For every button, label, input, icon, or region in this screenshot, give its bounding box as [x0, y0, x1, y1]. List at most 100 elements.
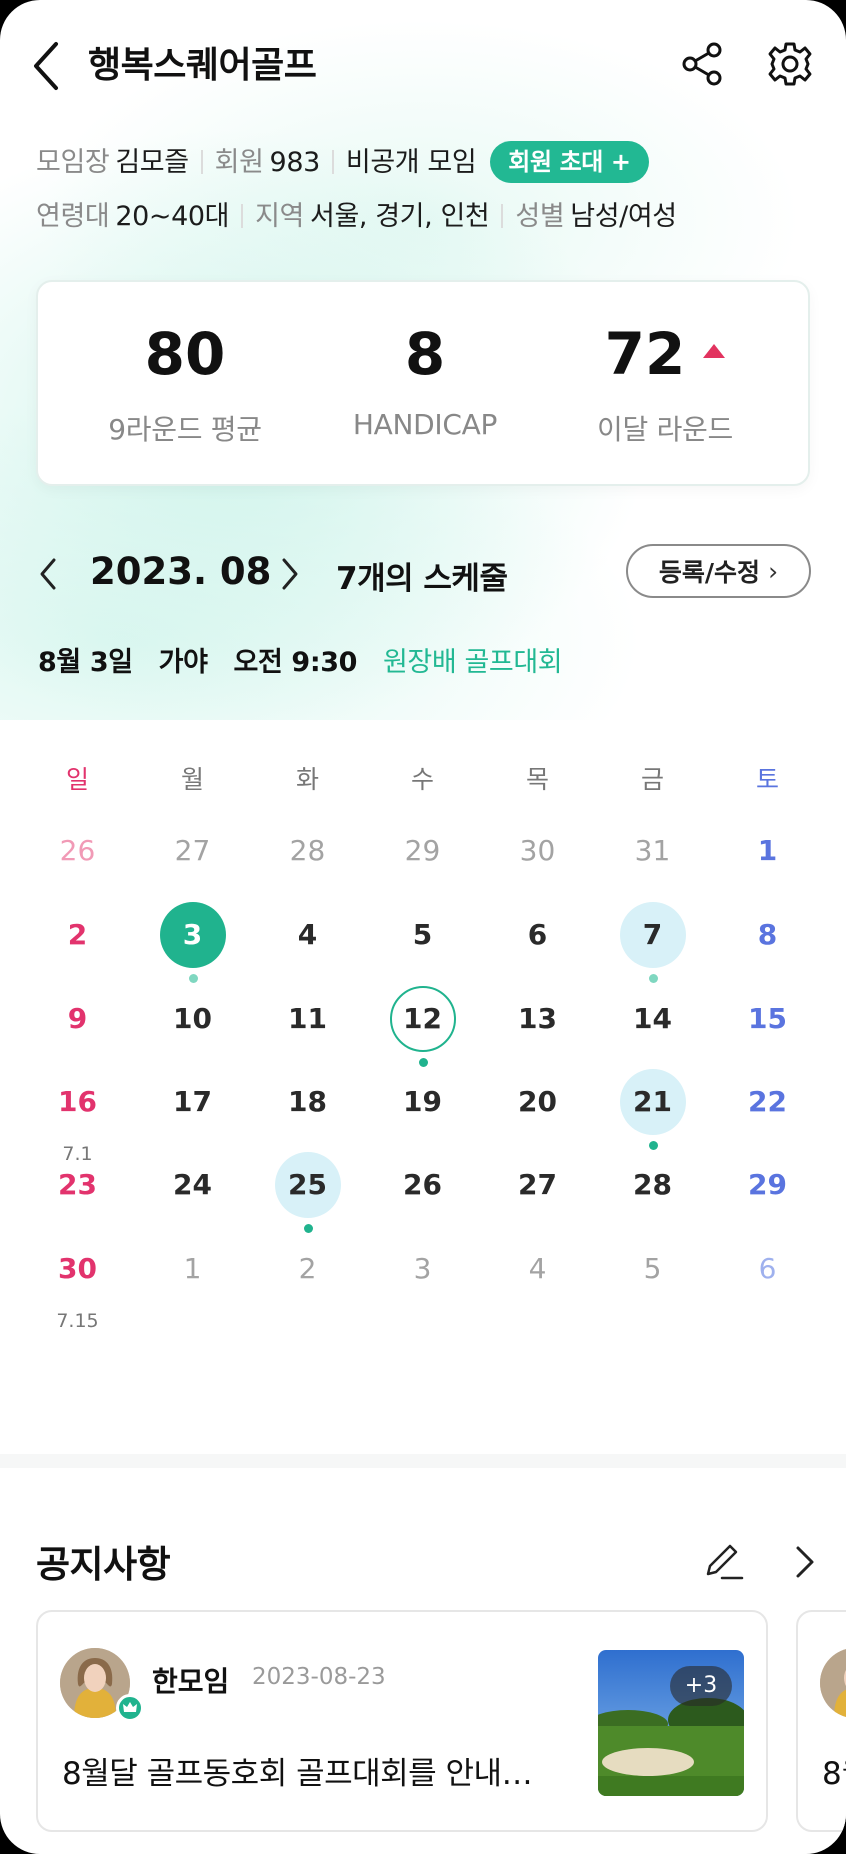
weekday-label: 일 [65, 765, 89, 794]
pencil-icon [706, 1544, 744, 1580]
share-button[interactable] [678, 40, 726, 88]
settings-button[interactable] [766, 40, 814, 88]
event-time: 오전 9:30 [233, 647, 358, 678]
selected-event[interactable]: 8월 3일 가야 오전 9:30 원장배 골프대회 [38, 640, 588, 679]
calendar-day-number: 16 [58, 1085, 97, 1118]
calendar-day[interactable]: 2 [20, 902, 135, 968]
calendar-day[interactable]: 16 7.1 [20, 1069, 135, 1165]
calendar-day-number: 2 [67, 918, 88, 951]
calendar-day[interactable]: 4 [250, 902, 365, 968]
calendar-day[interactable]: 24 [135, 1152, 250, 1218]
calendar-day-number: 3 [413, 1252, 432, 1285]
calendar-day[interactable]: 27 [135, 818, 250, 884]
calendar-day[interactable]: 9 [20, 986, 135, 1052]
register-edit-label: 등록/수정 [658, 558, 761, 587]
event-dot-icon [649, 1141, 658, 1150]
calendar-day[interactable]: 25 [250, 1152, 365, 1233]
calendar-day-number: 9 [67, 1002, 88, 1035]
event-title: 원장배 골프대회 [382, 647, 563, 678]
calendar-day[interactable]: 4 [480, 1236, 595, 1302]
average-label: 9라운드 평균 [108, 413, 262, 446]
calendar-day-number: 31 [634, 834, 671, 867]
chevron-right-icon [796, 1546, 814, 1578]
calendar-day[interactable]: 22 [710, 1069, 825, 1135]
calendar-day[interactable]: 30 [480, 818, 595, 884]
chevron-right-icon [282, 558, 298, 590]
calendar-day[interactable]: 13 [480, 986, 595, 1052]
calendar-day-number: 27 [518, 1168, 557, 1201]
calendar-day[interactable]: 5 [365, 902, 480, 968]
gear-icon [768, 42, 812, 86]
calendar-day[interactable]: 30 7.15 [20, 1236, 135, 1332]
calendar-day-number: 27 [174, 834, 211, 867]
calendar-day-number: 5 [643, 1252, 662, 1285]
section-divider [0, 1454, 846, 1468]
calendar-day[interactable]: 28 [250, 818, 365, 884]
gender-value: 남성/여성 [570, 201, 677, 232]
weekday-label: 월 [180, 765, 204, 794]
calendar-day[interactable]: 1 [135, 1236, 250, 1302]
notice-more-button[interactable] [786, 1540, 822, 1584]
privacy-label: 비공개 모임 [345, 147, 477, 178]
monthly-rounds-label: 이달 라운드 [597, 413, 733, 446]
members-value: 983 [269, 147, 321, 178]
calendar-day[interactable]: 2 [250, 1236, 365, 1302]
leader-value: 김모즐 [115, 147, 189, 178]
register-edit-button[interactable]: 등록/수정 › [626, 544, 811, 598]
weekday-label: 수 [410, 765, 434, 794]
club-info-line-1: 모임장 김모즐 회원 983 비공개 모임 회원 초대 + [36, 140, 649, 183]
calendar-day[interactable]: 29 [710, 1152, 825, 1218]
notice-card[interactable]: 한모임 2023-08-23 8월달 골프동호회 골프대회를 안내… +3 [36, 1610, 768, 1832]
back-button[interactable] [28, 38, 68, 94]
calendar-day[interactable]: 21 [595, 1069, 710, 1150]
calendar-day[interactable]: 6 [710, 1236, 825, 1302]
calendar-day[interactable]: 20 [480, 1069, 595, 1135]
write-notice-button[interactable] [700, 1538, 746, 1584]
calendar-day-number: 17 [173, 1085, 212, 1118]
calendar-day[interactable]: 8 [710, 902, 825, 968]
calendar-day[interactable]: 5 [595, 1236, 710, 1302]
calendar-day[interactable]: 19 [365, 1069, 480, 1135]
invite-member-button[interactable]: 회원 초대 + [490, 141, 649, 183]
calendar-day[interactable]: 12 [365, 986, 480, 1067]
calendar-day[interactable]: 14 [595, 986, 710, 1052]
calendar-day[interactable]: 6 [480, 902, 595, 968]
photo-count-badge: +3 [670, 1666, 732, 1706]
next-month-button[interactable] [270, 552, 306, 596]
event-dot-icon [419, 1058, 428, 1067]
weekday-label: 토 [755, 765, 779, 794]
calendar-day[interactable]: 1 [710, 818, 825, 884]
region-key: 지역 [255, 201, 304, 232]
calendar-day[interactable]: 26 [20, 818, 135, 884]
stat-average: 80 9라운드 평균 [56, 282, 314, 488]
prev-month-button[interactable] [32, 552, 68, 596]
share-icon [682, 42, 722, 86]
calendar-day[interactable]: 3 [365, 1236, 480, 1302]
calendar-day[interactable]: 7 [595, 902, 710, 983]
notice-text: 8월 [822, 1756, 846, 1792]
age-value: 20~40대 [115, 201, 230, 232]
calendar-day-number: 4 [297, 918, 318, 951]
calendar-day[interactable]: 10 [135, 986, 250, 1052]
calendar-day[interactable]: 15 [710, 986, 825, 1052]
calendar-day[interactable]: 31 [595, 818, 710, 884]
handicap-value: 8 [404, 320, 446, 388]
calendar-day[interactable]: 28 [595, 1152, 710, 1218]
calendar-day[interactable]: 29 [365, 818, 480, 884]
weekday-label: 화 [295, 765, 319, 794]
calendar-day-number: 13 [518, 1002, 557, 1035]
calendar-day[interactable]: 23 [20, 1152, 135, 1218]
calendar-day-number: 2 [298, 1252, 317, 1285]
calendar-day[interactable]: 27 [480, 1152, 595, 1218]
notice-card-next[interactable]: 8월 [796, 1610, 846, 1832]
calendar-day-number: 8 [757, 918, 778, 951]
calendar-day-number: 5 [412, 918, 433, 951]
calendar-day[interactable]: 17 [135, 1069, 250, 1135]
calendar-day-number: 1 [757, 834, 778, 867]
calendar-day[interactable]: 3 [135, 902, 250, 983]
calendar-day[interactable]: 11 [250, 986, 365, 1052]
stat-monthly-rounds: 72 이달 라운드 [536, 282, 794, 488]
calendar-day[interactable]: 18 [250, 1069, 365, 1135]
gender-key: 성별 [515, 201, 565, 232]
calendar-day[interactable]: 26 [365, 1152, 480, 1218]
